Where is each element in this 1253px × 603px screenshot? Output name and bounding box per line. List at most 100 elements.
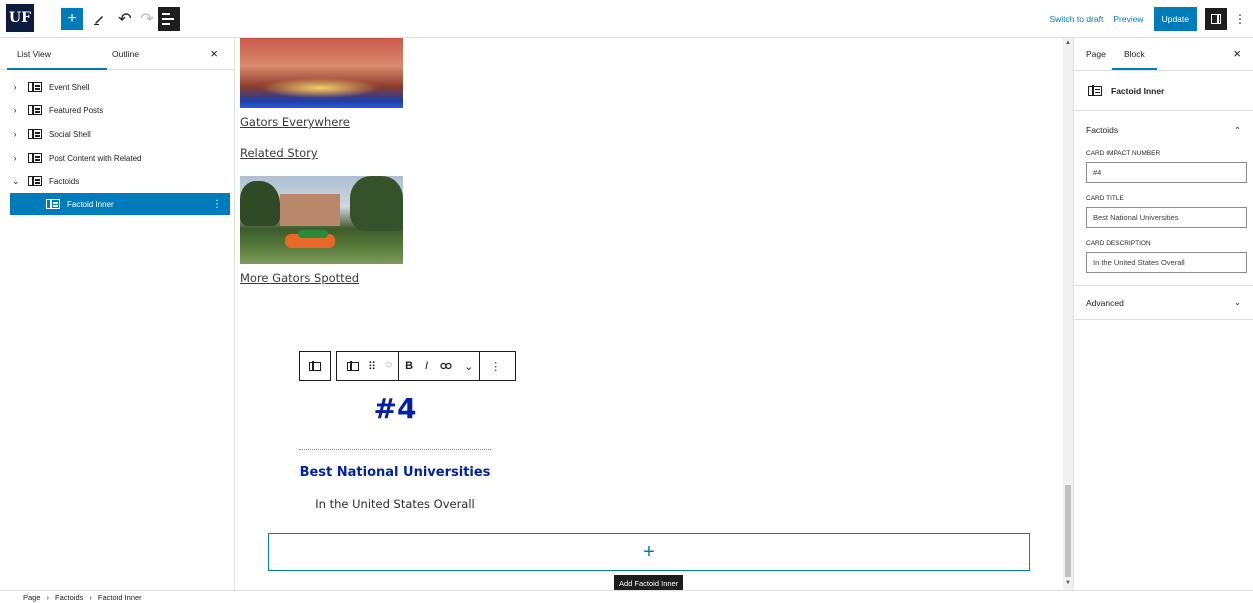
- italic-button[interactable]: I: [419, 352, 434, 380]
- more-gators-image[interactable]: [240, 176, 403, 264]
- block-options-button[interactable]: ⋮: [480, 352, 511, 380]
- chevron-down-icon[interactable]: ﹀: [385, 366, 392, 374]
- list-view-panel: List View Outline × › Event Shell › Feat…: [0, 38, 235, 590]
- move-buttons[interactable]: ︿ ﹀: [379, 352, 398, 380]
- drag-handle[interactable]: ⠿: [365, 352, 379, 380]
- redo-button[interactable]: ↷: [136, 8, 158, 30]
- block-icon: [28, 128, 42, 139]
- field-label: CARD TITLE: [1086, 195, 1124, 202]
- select-parent-button[interactable]: [299, 351, 331, 381]
- panel-title: Advanced: [1086, 297, 1124, 308]
- breadcrumb-item-page[interactable]: Page: [23, 593, 41, 602]
- block-toolbar: ⠿ ︿ ﹀ B I ⌄ ⋮: [299, 351, 517, 381]
- factoid-divider: [299, 449, 491, 450]
- tools-button[interactable]: [88, 8, 110, 30]
- add-factoid-inner-button[interactable]: +: [268, 533, 1030, 571]
- chevron-up-icon: ⌃: [1233, 124, 1241, 135]
- list-item-label: Event Shell: [49, 82, 90, 92]
- block-icon: [309, 361, 321, 371]
- chevron-right-icon[interactable]: ›: [0, 153, 18, 163]
- chevron-down-icon[interactable]: ⌄: [0, 176, 20, 187]
- list-item-label: Factoid Inner: [67, 199, 114, 209]
- list-item-label: Factoids: [49, 176, 80, 186]
- card-title-input[interactable]: Best National Universities: [1086, 207, 1247, 228]
- related-story-link[interactable]: Related Story: [240, 146, 318, 160]
- sidebar-toggle-icon[interactable]: [1205, 8, 1227, 30]
- chevron-right-icon: ›: [89, 592, 92, 602]
- gators-everywhere-link[interactable]: Gators Everywhere: [240, 115, 350, 129]
- undo-icon: ↶: [118, 11, 132, 28]
- tab-block[interactable]: Block: [1112, 49, 1157, 70]
- block-type-button[interactable]: [341, 352, 365, 380]
- settings-sidebar: Page Block × Factoid Inner Factoids ⌃ CA…: [1073, 38, 1253, 590]
- list-item-factoids[interactable]: ⌄ Factoids: [0, 170, 230, 192]
- kebab-icon[interactable]: ⋮: [212, 199, 222, 210]
- scroll-thumb[interactable]: [1065, 485, 1071, 577]
- kebab-icon: ⋮: [490, 360, 502, 373]
- advanced-panel-toggle[interactable]: Advanced ⌄: [1074, 286, 1253, 320]
- canvas-scrollbar[interactable]: ▲ ▼: [1063, 38, 1073, 590]
- factoids-panel-toggle[interactable]: Factoids ⌃: [1074, 116, 1253, 144]
- list-item-social-shell[interactable]: › Social Shell: [0, 123, 230, 145]
- close-icon[interactable]: ×: [1233, 46, 1241, 61]
- block-icon: [46, 198, 60, 209]
- tooltip: Add Factoid Inner: [614, 575, 684, 590]
- factoid-description[interactable]: In the United States Overall: [299, 497, 491, 511]
- chevron-down-icon: ⌄: [464, 360, 474, 373]
- block-icon: [28, 104, 42, 115]
- link-icon: [440, 362, 452, 370]
- update-button[interactable]: Update: [1153, 7, 1197, 31]
- factoids-panel: Factoids ⌃ CARD IMPACT NUMBER #4 CARD TI…: [1074, 116, 1253, 286]
- link-button[interactable]: [434, 352, 458, 380]
- block-card-title: Factoid Inner: [1111, 85, 1165, 96]
- options-menu-button[interactable]: ⋮: [1233, 12, 1247, 26]
- close-icon[interactable]: ×: [210, 46, 218, 61]
- chevron-down-icon: ⌄: [1233, 297, 1241, 307]
- more-rich-text-button[interactable]: ⌄: [458, 352, 479, 380]
- scroll-down-arrow[interactable]: ▼: [1065, 580, 1071, 586]
- tab-outline[interactable]: Outline: [112, 49, 139, 59]
- chevron-right-icon[interactable]: ›: [0, 105, 18, 115]
- list-view-icon: [162, 13, 170, 15]
- breadcrumb: Page › Factoids › Factoid Inner: [0, 590, 1253, 603]
- card-impact-number-input[interactable]: #4: [1086, 162, 1247, 183]
- field-label: CARD IMPACT NUMBER: [1086, 150, 1161, 157]
- list-view-toggle[interactable]: [158, 7, 180, 31]
- block-icon: [28, 81, 42, 92]
- list-item-factoid-inner[interactable]: Factoid Inner ⋮: [10, 193, 230, 215]
- block-icon: [28, 175, 42, 186]
- add-block-button[interactable]: +: [61, 8, 83, 30]
- factoid-impact-number[interactable]: #4: [299, 392, 491, 425]
- breadcrumb-item-factoid-inner[interactable]: Factoid Inner: [98, 593, 142, 602]
- site-logo[interactable]: UF: [6, 4, 34, 32]
- tab-list-view[interactable]: List View: [7, 49, 107, 70]
- list-item-event-shell[interactable]: › Event Shell: [0, 76, 230, 98]
- drag-icon: ⠿: [368, 360, 377, 373]
- switch-to-draft-button[interactable]: Switch to draft: [1049, 14, 1103, 24]
- list-view-tabs: List View Outline ×: [0, 38, 234, 70]
- card-description-input[interactable]: In the United States Overall: [1086, 252, 1247, 273]
- panel-title: Factoids: [1086, 125, 1119, 135]
- tab-page[interactable]: Page: [1086, 49, 1106, 59]
- chevron-right-icon[interactable]: ›: [0, 82, 18, 92]
- bold-button[interactable]: B: [399, 352, 419, 380]
- gators-everywhere-image[interactable]: [240, 38, 403, 108]
- chevron-up-icon[interactable]: ︿: [385, 358, 392, 366]
- block-card: Factoid Inner: [1074, 71, 1253, 111]
- undo-button[interactable]: ↶: [114, 8, 136, 30]
- more-gators-spotted-link[interactable]: More Gators Spotted: [240, 271, 359, 285]
- breadcrumb-item-factoids[interactable]: Factoids: [55, 593, 83, 602]
- block-toolbar-main: ⠿ ︿ ﹀ B I ⌄ ⋮: [336, 351, 517, 381]
- factoid-title[interactable]: Best National Universities: [299, 465, 491, 480]
- editor-header: UF + ↶ ↷ Switch to draft Preview Update …: [0, 0, 1253, 38]
- list-item-label: Featured Posts: [49, 105, 104, 115]
- preview-button[interactable]: Preview: [1113, 14, 1143, 24]
- editor-canvas[interactable]: Gators Everywhere Related Story More Gat…: [235, 38, 1063, 590]
- chevron-right-icon[interactable]: ›: [0, 129, 18, 139]
- block-icon: [347, 361, 359, 371]
- settings-tabs: Page Block ×: [1074, 38, 1253, 71]
- scroll-up-arrow[interactable]: ▲: [1065, 40, 1071, 46]
- list-item-featured-posts[interactable]: › Featured Posts: [0, 99, 230, 121]
- block-icon: [1088, 85, 1102, 96]
- list-item-post-content[interactable]: › Post Content with Related: [0, 147, 230, 169]
